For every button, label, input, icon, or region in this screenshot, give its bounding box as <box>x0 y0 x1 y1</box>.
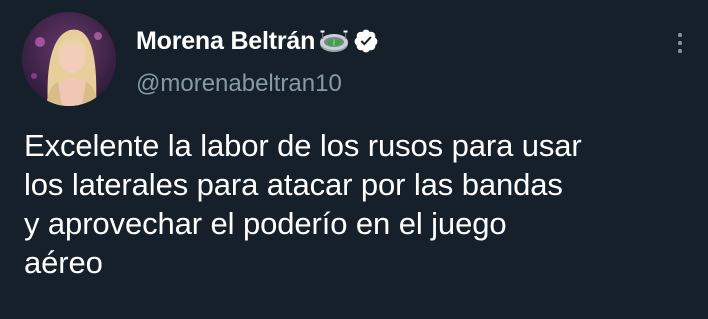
display-name[interactable]: Morena Beltrán <box>136 27 315 56</box>
more-dot <box>678 41 682 45</box>
more-dot <box>678 49 682 53</box>
more-vertical-icon[interactable] <box>668 28 692 58</box>
verified-badge-icon <box>353 28 379 54</box>
avatar[interactable] <box>22 12 116 106</box>
author-handle[interactable]: @morenabeltran10 <box>136 70 342 98</box>
tweet-card[interactable]: Morena Beltrán @morenabeltran10 Excelent… <box>0 0 708 319</box>
author-name-row[interactable]: Morena Beltrán <box>136 24 379 58</box>
stadium-icon <box>319 28 349 54</box>
more-dot <box>678 33 682 37</box>
tweet-text: Excelente la labor de los rusos para usa… <box>24 128 582 280</box>
